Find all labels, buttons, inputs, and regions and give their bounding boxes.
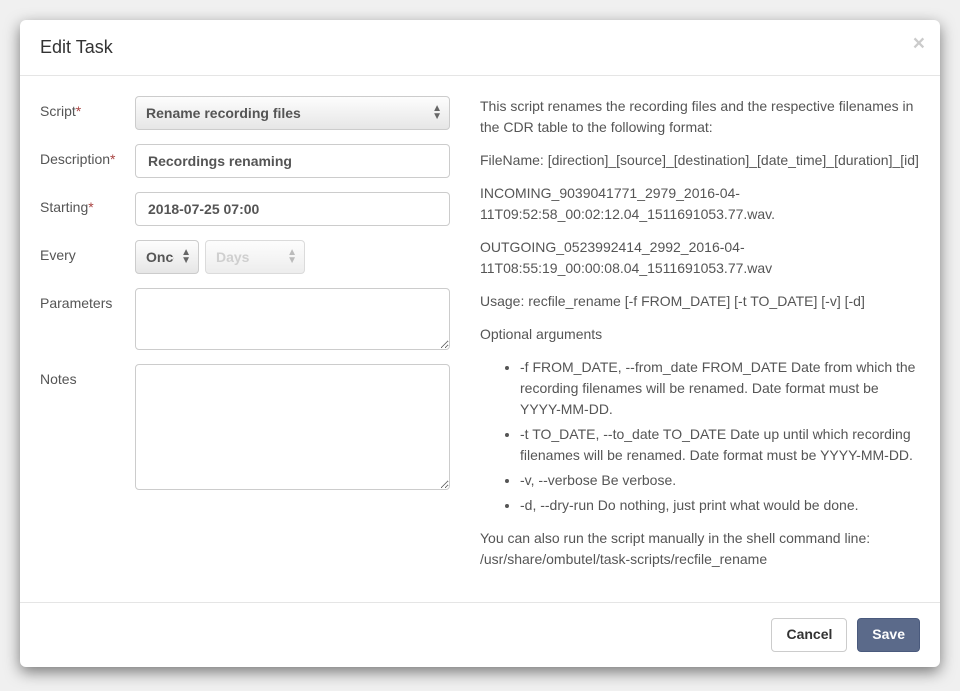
doc-example-2: OUTGOING_0523992414_2992_2016-04-11T08:5… <box>480 237 920 279</box>
starting-label: Starting* <box>40 192 135 215</box>
parameters-label: Parameters <box>40 288 135 311</box>
every-unit-wrap: Days ▲▼ <box>205 240 305 274</box>
cancel-button[interactable]: Cancel <box>771 618 847 652</box>
doc-arg-item: -t TO_DATE, --to_date TO_DATE Date up un… <box>520 424 920 466</box>
description-input[interactable] <box>135 144 450 178</box>
close-button[interactable]: × <box>913 33 925 54</box>
doc-arg-item: -f FROM_DATE, --from_date FROM_DATE Date… <box>520 357 920 420</box>
starting-row: Starting* <box>40 192 450 226</box>
modal-title: Edit Task <box>40 35 920 60</box>
doc-arg-item: -v, --verbose Be verbose. <box>520 470 920 491</box>
doc-example-1: INCOMING_9039041771_2979_2016-04-11T09:5… <box>480 183 920 225</box>
save-button[interactable]: Save <box>857 618 920 652</box>
description-row: Description* <box>40 144 450 178</box>
documentation-column: This script renames the recording files … <box>480 96 920 582</box>
modal-header: Edit Task × <box>20 20 940 76</box>
every-row: Every ▲▼ Days ▲▼ <box>40 240 450 274</box>
script-row: Script* Rename recording files ▲▼ <box>40 96 450 130</box>
modal-footer: Cancel Save <box>20 602 940 667</box>
every-label: Every <box>40 240 135 263</box>
doc-intro: This script renames the recording files … <box>480 96 920 138</box>
doc-filename-format: FileName: [direction]_[source]_[destinat… <box>480 150 920 171</box>
doc-args-list: -f FROM_DATE, --from_date FROM_DATE Date… <box>520 357 920 516</box>
script-label: Script* <box>40 96 135 119</box>
doc-arg-item: -d, --dry-run Do nothing, just print wha… <box>520 495 920 516</box>
notes-row: Notes <box>40 364 450 490</box>
every-unit-select[interactable]: Days <box>205 240 305 274</box>
parameters-textarea[interactable] <box>135 288 450 350</box>
doc-optional-heading: Optional arguments <box>480 324 920 345</box>
doc-manual: You can also run the script manually in … <box>480 528 920 570</box>
doc-usage: Usage: recfile_rename [-f FROM_DATE] [-t… <box>480 291 920 312</box>
parameters-row: Parameters <box>40 288 450 350</box>
form-column: Script* Rename recording files ▲▼ Descri… <box>40 96 450 582</box>
starting-input[interactable] <box>135 192 450 226</box>
edit-task-modal: Edit Task × Script* Rename recording fil… <box>20 20 940 667</box>
script-select[interactable]: Rename recording files <box>135 96 450 130</box>
modal-body: Script* Rename recording files ▲▼ Descri… <box>20 76 940 602</box>
description-label: Description* <box>40 144 135 167</box>
notes-label: Notes <box>40 364 135 387</box>
every-count-stepper[interactable]: ▲▼ <box>135 240 199 274</box>
script-select-wrap: Rename recording files ▲▼ <box>135 96 450 130</box>
every-count-input[interactable] <box>135 240 199 274</box>
notes-textarea[interactable] <box>135 364 450 490</box>
